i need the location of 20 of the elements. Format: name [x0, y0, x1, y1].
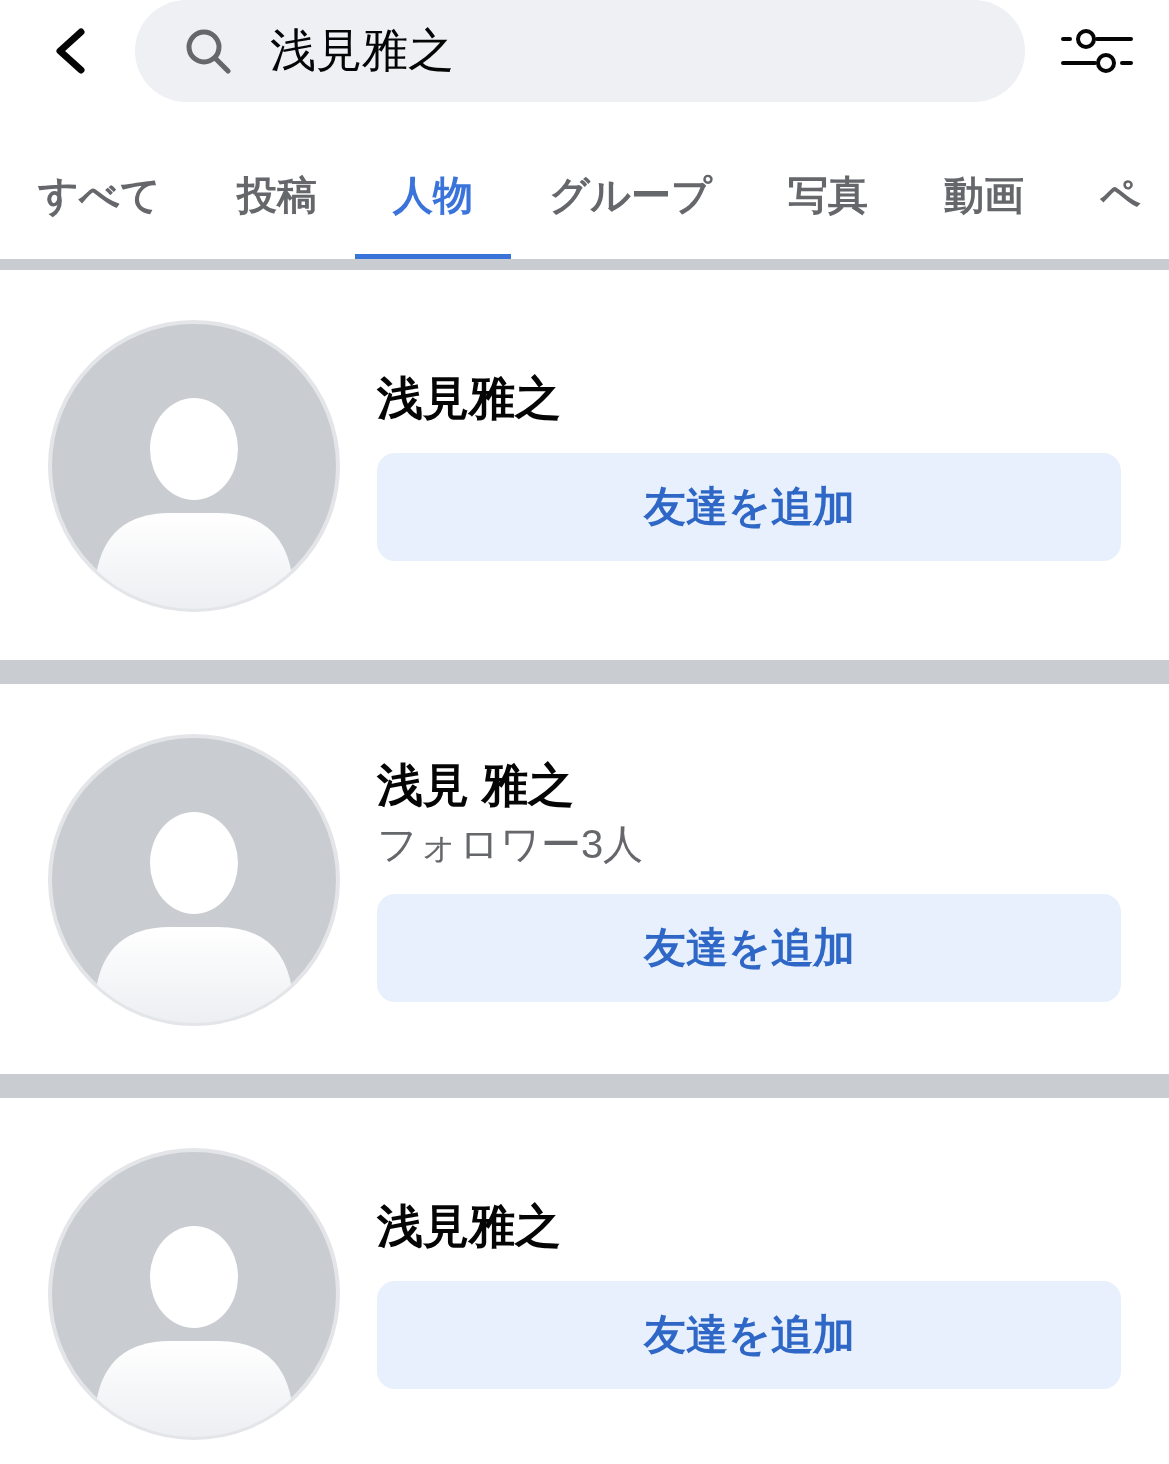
search-field[interactable]: 浅見雅之: [135, 0, 1025, 102]
add-friend-button[interactable]: 友達を追加: [377, 893, 1121, 1002]
search-icon: [185, 28, 232, 74]
tab[interactable]: 投稿: [199, 102, 355, 259]
person-name[interactable]: 浅見 雅之: [377, 758, 574, 814]
add-friend-button[interactable]: 友達を追加: [377, 1280, 1121, 1389]
person-name[interactable]: 浅見雅之: [377, 1199, 561, 1255]
tab[interactable]: すべて: [0, 102, 199, 259]
tab[interactable]: ペ: [1062, 102, 1169, 259]
follower-count: フォロワー3人: [377, 820, 644, 868]
avatar-silhouette-icon: [48, 320, 340, 612]
tab[interactable]: 写真: [750, 102, 906, 259]
add-friend-button[interactable]: 友達を追加: [377, 452, 1121, 561]
avatar-silhouette-icon: [48, 734, 340, 1026]
avatar-silhouette-icon: [48, 1148, 340, 1440]
tab[interactable]: グループ: [511, 102, 750, 259]
person-name[interactable]: 浅見雅之: [377, 371, 561, 427]
sliders-icon[interactable]: [1061, 27, 1133, 75]
back-icon[interactable]: [53, 28, 87, 74]
tab[interactable]: 動画: [906, 102, 1062, 259]
